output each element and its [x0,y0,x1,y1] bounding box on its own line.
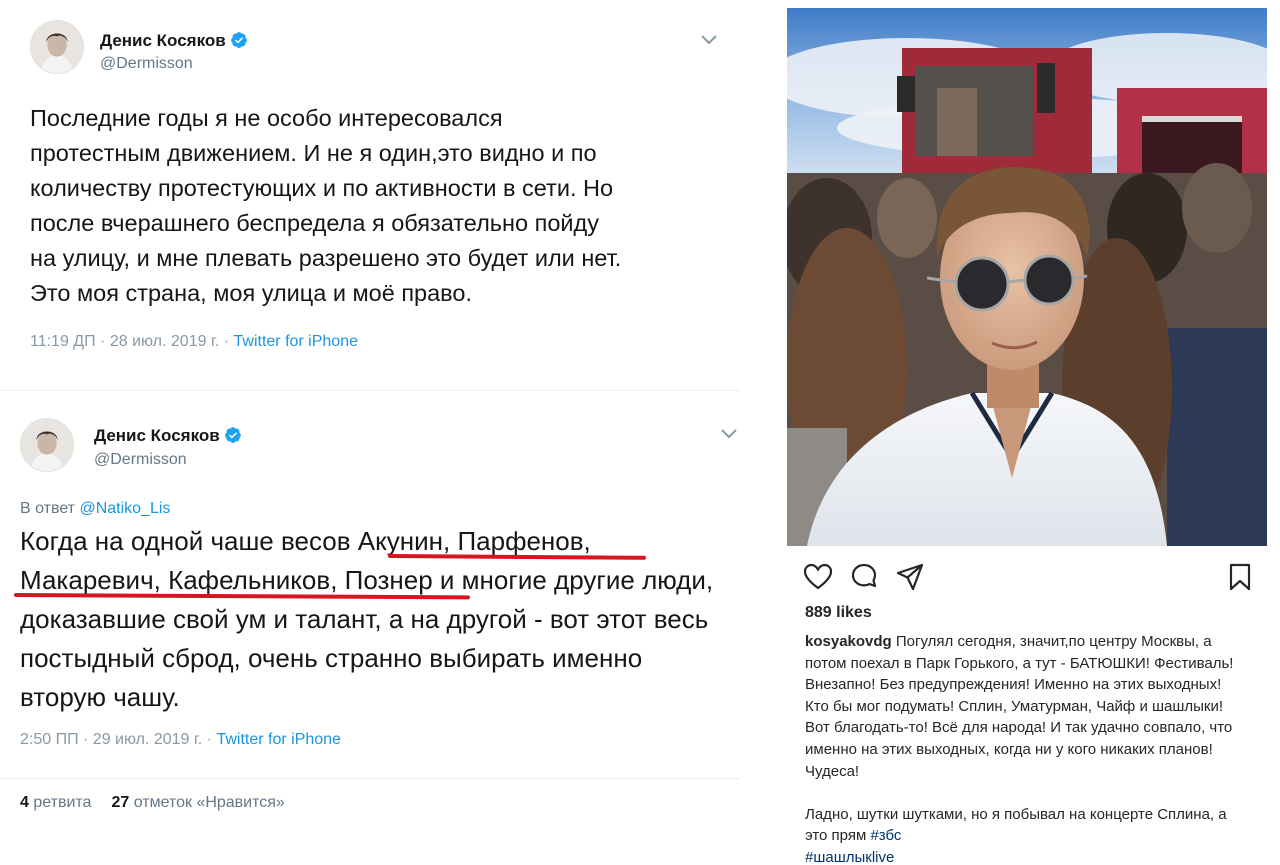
tweet-stats: 4 ретвита 27 отметок «Нравится» [20,794,285,812]
reply-prefix: В ответ [20,500,80,517]
instagram-post: 889 likes kosyakovdg Погулял сегодня, зн… [787,8,1267,865]
timestamp-text[interactable]: 11:19 ДП · 28 июл. 2019 г. · [30,333,234,350]
tweet-timestamp: 2:50 ПП · 29 июл. 2019 г. · Twitter for … [20,731,341,749]
post-photo[interactable] [787,8,1267,546]
author-name-text[interactable]: Денис Косяков [94,426,220,445]
likes-count[interactable]: 27 [111,794,129,811]
divider [0,390,740,391]
bookmark-icon[interactable] [1225,562,1255,592]
source-link[interactable]: Twitter for iPhone [216,731,341,748]
author-avatar[interactable] [30,20,84,74]
tweet-text-segment: Когда на одной чаше весов [20,526,358,556]
author-handle[interactable]: @Dermisson [100,55,193,73]
author-name-text[interactable]: Денис Косяков [100,31,226,50]
likes-label[interactable]: отметок «Нравится» [134,794,285,811]
caption-username[interactable]: kosyakovdg [805,633,892,650]
post-caption: kosyakovdg Погулял сегодня, значит,по це… [805,631,1245,865]
likes-count[interactable]: 889 likes [805,604,872,622]
author-name[interactable]: Денис Косяков [94,426,242,446]
highlighted-names-2: Макаревич, Кафельников, Познер [20,565,433,595]
chevron-down-icon[interactable] [720,428,738,440]
tweet-timestamp: 11:19 ДП · 28 июл. 2019 г. · Twitter for… [30,333,358,351]
divider [0,778,740,779]
reply-context: В ответ @Natiko_Lis [20,500,170,518]
hashtag-link[interactable]: #шашлыкlive [805,849,894,865]
caption-text: Ладно, шутки шутками, но я побывал на ко… [805,805,1227,845]
tweet-text: Последние годы я не особо интересовался … [30,105,622,306]
post-actions [787,560,1267,594]
share-icon[interactable] [895,562,925,592]
concert-selfie-photo [787,8,1267,546]
caption-text: Погулял сегодня, значит,по центру Москвы… [805,633,1234,780]
chevron-down-icon[interactable] [700,34,718,46]
source-link[interactable]: Twitter for iPhone [234,333,359,350]
reply-mention-link[interactable]: @Natiko_Lis [79,500,170,517]
author-handle[interactable]: @Dermisson [94,451,187,469]
retweets-label[interactable]: ретвита [33,794,91,811]
comment-icon[interactable] [849,562,879,592]
verified-badge-icon [230,32,247,48]
tweet-text: Когда на одной чаше весов Акунин, Парфен… [20,522,735,717]
highlighted-names-1: Акунин, Парфенов, [357,526,591,556]
tweet-card-1: Денис Косяков @Dermisson Последние годы … [0,0,740,385]
heart-icon[interactable] [803,562,833,592]
hashtag-link[interactable]: #збс [870,827,901,844]
verified-badge-icon [224,427,241,443]
author-name[interactable]: Денис Косяков [100,31,248,51]
timestamp-text[interactable]: 2:50 ПП · 29 июл. 2019 г. · [20,731,216,748]
author-avatar[interactable] [20,418,74,472]
retweets-count[interactable]: 4 [20,794,29,811]
